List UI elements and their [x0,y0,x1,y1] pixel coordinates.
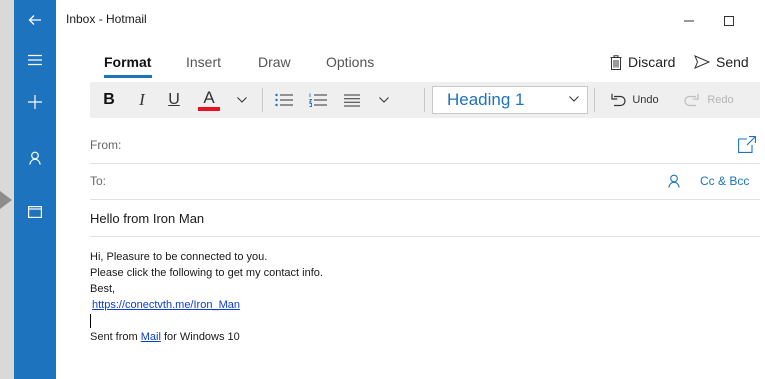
redo-label: Redo [707,94,734,106]
paragraph-options-dropdown[interactable] [372,82,396,118]
chevron-down-icon [379,97,389,103]
window-title: Inbox - Hotmail [66,12,147,26]
pointer-arrow-icon [0,191,12,209]
minimize-button[interactable] [680,12,698,30]
tab-insert[interactable]: Insert [186,54,221,70]
folders-button[interactable] [14,192,56,232]
redo-button[interactable]: Redo [674,82,744,118]
from-field[interactable]: From: [90,128,760,164]
format-toolbar: B I U A Heading 1 Undo Redo [90,82,760,118]
redo-icon [684,93,699,106]
toolbar-divider [424,88,425,112]
compose-window: Inbox - Hotmail Format Insert Draw Optio… [56,0,765,379]
back-arrow-icon [28,15,41,25]
bullets-button[interactable] [270,82,298,118]
text-cursor [90,314,91,329]
menu-button[interactable] [14,40,56,80]
italic-button[interactable]: I [128,82,156,118]
person-icon [29,151,41,165]
bold-button[interactable]: B [94,82,124,118]
toolbar-divider [594,88,595,112]
tab-format[interactable]: Format [104,54,151,70]
signature: Sent from Mail for Windows 10 [90,329,760,345]
body-line: Please click the following to get my con… [90,267,323,279]
active-tab-indicator [104,75,152,78]
nav-rail [14,0,56,379]
title-bar: Inbox - Hotmail [56,0,765,40]
folder-icon [28,206,42,218]
maximize-icon [724,16,734,26]
chevron-down-icon [569,96,579,102]
signature-prefix: Sent from [90,331,141,343]
signature-suffix: for Windows 10 [160,331,240,343]
align-left-icon [344,94,360,106]
font-color-button[interactable]: A [194,82,224,118]
accounts-button[interactable] [14,138,56,178]
ribbon-tabs: Format Insert Draw Options Discard Send [56,48,765,80]
mail-link[interactable]: Mail [141,331,161,343]
numbered-list-icon [309,93,327,107]
undo-button[interactable]: Undo [598,82,670,118]
font-color-swatch [198,107,220,111]
style-select[interactable]: Heading 1 [432,86,588,114]
to-label: To: [90,174,107,188]
from-label: From: [90,138,122,152]
undo-label: Undo [632,94,659,106]
discard-button[interactable]: Discard [610,54,675,70]
person-icon[interactable] [668,174,680,188]
trash-icon [610,54,622,70]
font-options-dropdown[interactable] [230,82,254,118]
discard-label: Discard [628,54,676,70]
underline-button[interactable]: U [160,82,188,118]
cc-bcc-button[interactable]: Cc & Bcc [700,174,749,188]
subject-field[interactable]: Hello from Iron Man [90,200,760,237]
minimize-icon [684,20,694,22]
paragraph-button[interactable] [338,82,366,118]
subject-text: Hello from Iron Man [90,211,205,226]
pop-out-icon[interactable] [738,136,756,153]
tab-options[interactable]: Options [326,54,374,70]
body-line: Best, [90,283,116,295]
tab-draw[interactable]: Draw [258,54,291,70]
new-mail-button[interactable] [14,82,56,122]
back-button[interactable] [14,0,56,40]
message-body[interactable]: Hi, Pleasure to be connected to you. Ple… [90,249,760,345]
send-label: Send [716,54,749,70]
numbering-button[interactable] [304,82,332,118]
to-field[interactable]: To: Cc & Bcc [90,164,760,200]
toolbar-divider [262,88,263,112]
undo-icon [611,93,626,106]
bullet-list-icon [275,93,293,107]
contact-link[interactable]: https://conectvth.me/Iron_Man [92,299,240,311]
style-select-value: Heading 1 [447,90,525,109]
body-line: Hi, Pleasure to be connected to you. [90,251,268,263]
hamburger-icon [28,54,42,66]
send-icon [694,55,710,69]
maximize-button[interactable] [720,12,738,30]
font-color-letter: A [203,88,215,107]
left-gutter [0,0,14,379]
send-button[interactable]: Send [694,54,749,70]
chevron-down-icon [237,97,247,103]
plus-icon [28,95,42,109]
